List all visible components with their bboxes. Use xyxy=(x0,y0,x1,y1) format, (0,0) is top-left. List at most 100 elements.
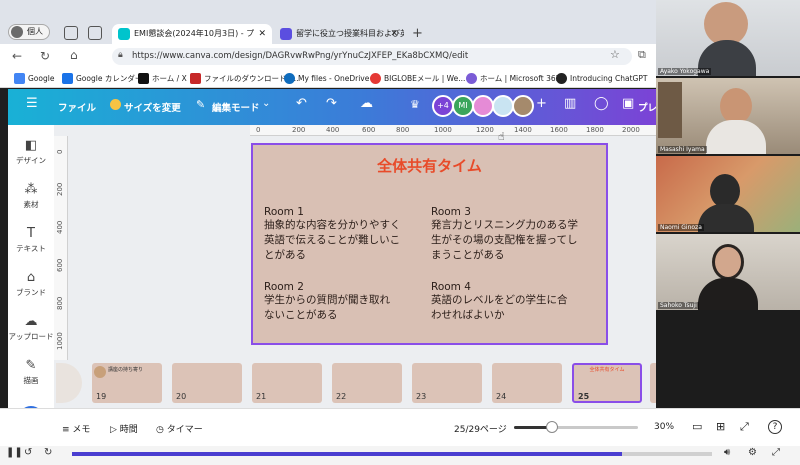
room-text-line: とがある xyxy=(264,249,306,261)
bookmark-google[interactable]: Google xyxy=(14,72,54,85)
chevron-down-icon[interactable]: ⌄ xyxy=(262,98,270,109)
collaborator-avatar[interactable] xyxy=(492,95,514,117)
notes-view-icon[interactable]: ▭ xyxy=(692,420,702,433)
zoom-slider-handle[interactable] xyxy=(546,421,558,433)
notes-button[interactable]: ≡ メモ xyxy=(62,422,90,435)
room-2-block[interactable]: Room 2 学生からの質問が聞き取れ ないことがある xyxy=(264,281,432,323)
room-text-line: まうことがある xyxy=(431,249,505,261)
lock-icon[interactable]: 🔒︎ xyxy=(118,50,123,60)
participant-tile-4[interactable]: Sahoko Tsuji xyxy=(656,234,800,310)
download-icon xyxy=(190,73,201,84)
close-tab-icon[interactable]: ✕ xyxy=(390,24,398,44)
room-text-line: 生がその場の支配権を握ってし xyxy=(431,234,578,246)
bookmark-x[interactable]: ホーム / X xyxy=(138,72,187,85)
insights-chart-icon[interactable]: ▥ xyxy=(564,96,576,111)
collaborators-more-badge[interactable]: +4 xyxy=(432,95,454,117)
comment-icon[interactable]: ◯ xyxy=(594,96,609,111)
thumbnail-number: 24 xyxy=(496,392,507,401)
collaborator-avatar[interactable] xyxy=(512,95,534,117)
ruler-tick: 1800 xyxy=(586,126,604,134)
onedrive-icon xyxy=(284,73,295,84)
crown-collab-icon: ♛ xyxy=(410,98,420,111)
rewind-icon[interactable]: ↺ xyxy=(24,447,32,458)
sidebar-item-text[interactable]: T テキスト xyxy=(8,226,54,254)
back-icon[interactable]: ← xyxy=(12,49,22,63)
collaborator-avatar[interactable] xyxy=(472,95,494,117)
bookmark-onedrive[interactable]: My files - OneDrive xyxy=(284,72,369,85)
favorite-star-icon[interactable]: ☆ xyxy=(610,48,620,61)
undo-icon[interactable]: ↶ xyxy=(296,96,307,111)
room-heading: Room 2 xyxy=(264,281,304,293)
close-tab-icon[interactable]: ✕ xyxy=(258,24,266,44)
bookmark-m365[interactable]: ホーム | Microsoft 365 xyxy=(466,72,560,85)
thumbnail-illustration-icon xyxy=(94,366,106,378)
thumbnail-number: 25 xyxy=(578,392,590,401)
page-indicator[interactable]: 25/29ページ xyxy=(454,422,507,435)
room-1-block[interactable]: Room 1 抽象的な内容を分かりやすく 英語で伝えることが難しいこ とがある xyxy=(264,206,432,263)
sidebar-item-design[interactable]: ◧ デザイン xyxy=(8,138,54,166)
tab-label: EMI懇談会(2024年10月3日) - プ xyxy=(134,29,255,38)
present-icon[interactable]: ▣ xyxy=(622,96,634,111)
room-heading: Room 1 xyxy=(264,206,304,218)
edit-mode-dropdown[interactable]: 編集モード xyxy=(212,100,260,114)
sidebar-item-brand[interactable]: ⌂ ブランド xyxy=(8,270,54,298)
settings-gear-icon[interactable]: ⚙ xyxy=(748,447,757,458)
brand-icon: ⌂ xyxy=(26,270,36,285)
bookmark-biglobe[interactable]: BIGLOBEメール | We... xyxy=(370,72,465,85)
file-menu[interactable]: ファイル xyxy=(58,100,96,114)
tab-second[interactable]: 留学に役立つ授業科目および英語 ✕ xyxy=(274,24,404,44)
ruler-tick: 600 xyxy=(362,126,376,134)
url-input[interactable]: https://www.canva.com/design/DAGRvwRwPng… xyxy=(112,48,632,65)
fullscreen-video-icon[interactable]: ⤢ xyxy=(772,447,780,458)
cloud-save-icon[interactable]: ☁ xyxy=(360,96,373,111)
bookmark-calendar[interactable]: Google カレンダー xyxy=(62,72,142,85)
help-icon[interactable]: ? xyxy=(768,420,782,434)
sidebar-item-draw[interactable]: ✎ 描画 xyxy=(8,358,54,386)
grid-view-icon[interactable]: ⊞ xyxy=(716,420,725,433)
redo-icon[interactable]: ↷ xyxy=(326,96,337,111)
bookmark-download[interactable]: ファイルのダウンロード |... xyxy=(190,72,299,85)
participant-face xyxy=(712,244,744,280)
notes-icon: ≡ xyxy=(62,425,73,435)
refresh-icon[interactable]: ↻ xyxy=(40,49,50,63)
collaborator-avatar[interactable]: MI xyxy=(452,95,474,117)
room-heading: Room 3 xyxy=(431,206,471,218)
thumbnail-number: 22 xyxy=(336,392,347,401)
participant-tile-2[interactable]: Masashi Iyama xyxy=(656,78,800,154)
new-tab-button[interactable]: + xyxy=(412,26,423,41)
room-4-block[interactable]: Room 4 英語のレベルをどの学生に合 わせればよいか xyxy=(431,281,603,323)
forward-icon[interactable]: ↻ xyxy=(44,447,52,458)
profile-button[interactable]: 個人 xyxy=(8,24,50,40)
participant-name: Sahoko Tsuji xyxy=(658,302,699,309)
slide-title[interactable]: 全体共有タイム xyxy=(251,155,608,176)
timing-button[interactable]: ▷ 時間 xyxy=(110,422,138,435)
x-icon xyxy=(138,73,149,84)
sidebar-item-elements[interactable]: ⁂ 素材 xyxy=(8,182,54,210)
zoom-percentage[interactable]: 30% xyxy=(654,422,674,432)
elements-icon: ⁂ xyxy=(24,182,38,197)
fullscreen-icon[interactable]: ⤢ xyxy=(740,420,749,434)
workspaces-icon[interactable] xyxy=(64,26,78,40)
participant-tile-3[interactable]: Naomi Ginoza xyxy=(656,156,800,232)
add-collaborator-icon[interactable]: + xyxy=(536,96,547,111)
pause-icon[interactable]: ❚❚ xyxy=(6,447,23,458)
tab-canva[interactable]: EMI懇談会(2024年10月3日) - プ ✕ xyxy=(112,24,272,44)
extensions-icon[interactable]: ⧉ xyxy=(638,48,646,62)
bookmark-chatgpt[interactable]: Introducing ChatGPT xyxy=(556,72,647,85)
google-icon xyxy=(14,73,25,84)
sidebar-item-uploads[interactable]: ☁ アップロード xyxy=(8,314,54,342)
room-3-block[interactable]: Room 3 発言力とリスニング力のある学 生がその場の支配権を握ってし まうこ… xyxy=(431,206,603,263)
present-button[interactable]: プレ xyxy=(638,100,657,114)
upload-icon: ☁ xyxy=(24,314,38,329)
thumbnail-number: 21 xyxy=(256,392,267,401)
home-icon[interactable]: ⌂ xyxy=(70,48,78,62)
resize-button[interactable]: サイズを変更 xyxy=(124,100,181,114)
video-progress-fill xyxy=(72,452,622,456)
text-icon: T xyxy=(27,226,35,241)
volume-icon[interactable]: 🔊︎ xyxy=(724,447,730,458)
tab-actions-icon[interactable] xyxy=(88,26,102,40)
room-text-line: 抽象的な内容を分かりやすく xyxy=(264,219,401,231)
timer-button[interactable]: ◷ タイマー xyxy=(156,422,203,435)
participant-tile-1[interactable]: Ayako Yokogawa xyxy=(656,0,800,76)
menu-icon[interactable]: ☰ xyxy=(26,96,38,111)
